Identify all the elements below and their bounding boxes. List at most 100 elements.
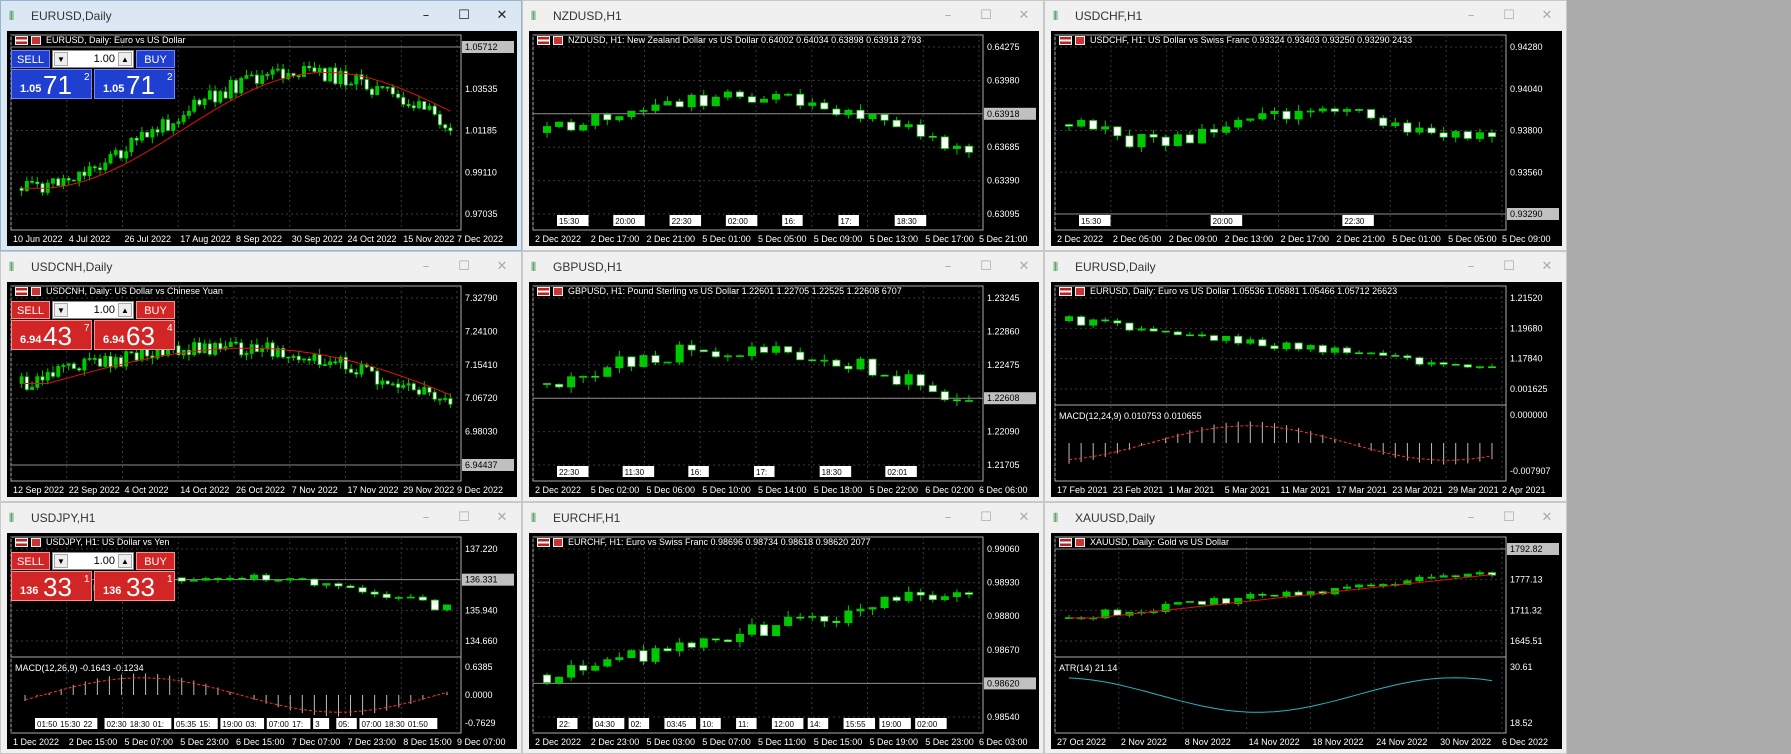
sell-price[interactable]: 6.94 43 7 [11,320,92,351]
date-axis-label: 6 Dec 03:00 [979,737,1028,747]
minimize-icon[interactable]: – [407,252,445,282]
candle-body [1270,345,1279,349]
chart-area[interactable]: 1792.82 1777.13 1711.32 1645.51 ATR(14) 21.1… [1051,533,1562,749]
chart-area[interactable]: 0.94280 0.94040 0.93800 0.93560 0.93290 2 Dec… [1051,31,1562,246]
date-axis-label: 2 Dec 13:00 [1225,234,1274,244]
chart-area[interactable]: 7.32790 7.24100 7.15410 7.06720 6.98030 6.944… [7,282,517,497]
chart-header: NZDUSD, H1: New Zealand Dollar vs US Dol… [537,35,921,45]
chart-area[interactable]: 137.220 136.331 135.940 134.660 MACD(12,26,9… [7,533,517,749]
minimize-icon[interactable]: – [929,503,967,533]
close-icon[interactable]: ✕ [1005,503,1043,533]
candle-body [615,657,624,661]
close-icon[interactable]: ✕ [483,1,521,31]
close-icon[interactable]: ✕ [1528,1,1566,31]
chart-window[interactable]: ⫴ EURCHF,H1 – ☐ ✕ 0.99060 0.98930 0.98800 0.9867… [522,502,1044,754]
chart-area[interactable]: 1.05712 1.03535 1.01185 0.99110 0.97035 10 Ju… [7,31,517,246]
window-title-bar[interactable]: ⫴ NZDUSD,H1 – ☐ ✕ [523,1,1043,31]
candle-body [579,665,588,671]
chevron-down-icon[interactable]: ▼ [54,303,68,317]
chart-area[interactable]: 0.99060 0.98930 0.98800 0.98670 0.98620 0.985… [529,533,1039,749]
indicator-axis-label: 0.000000 [1510,410,1548,420]
close-icon[interactable]: ✕ [483,252,521,282]
chart-area[interactable]: 1.21520 1.19680 1.17840 0.001625 MACD(12,24,… [1051,282,1562,497]
buy-price[interactable]: 136 33 1 [94,571,175,602]
sell-price[interactable]: 1.05 71 2 [11,69,92,100]
candle-body [1367,352,1376,355]
chart-window[interactable]: ⫴ GBPUSD,H1 – ☐ ✕ 1.23245 1.22860 1.22475 1.2260… [522,251,1044,502]
lot-size-value[interactable]: 1.00 [71,553,115,569]
minimize-icon[interactable]: – [1452,1,1490,31]
chart-canvas[interactable]: 1.23245 1.22860 1.22475 1.22608 1.22090 1.217… [529,282,1039,497]
window-title-bar[interactable]: ⫴ EURCHF,H1 – ☐ ✕ [523,503,1043,533]
minimize-icon[interactable]: – [407,503,445,533]
window-title-bar[interactable]: ⫴ USDCHF,H1 – ☐ ✕ [1045,1,1566,31]
maximize-icon[interactable]: ☐ [1490,1,1528,31]
chart-canvas[interactable]: 0.99060 0.98930 0.98800 0.98670 0.98620 0.985… [529,533,1039,749]
lot-size-stepper[interactable]: ▼ 1.00 ▲ [52,552,134,570]
close-icon[interactable]: ✕ [1528,503,1566,533]
date-axis-label: 22 Sep 2022 [69,485,120,495]
lot-size-value[interactable]: 1.00 [71,302,115,318]
maximize-icon[interactable]: ☐ [445,1,483,31]
chart-area[interactable]: 0.64275 0.63980 0.63918 0.63685 0.63390 0.630… [529,31,1039,246]
close-icon[interactable]: ✕ [1528,252,1566,282]
chevron-up-icon[interactable]: ▲ [118,52,132,66]
window-title-bar[interactable]: ⫴ USDCNH,Daily – ☐ ✕ [1,252,521,282]
maximize-icon[interactable]: ☐ [967,503,1005,533]
buy-button[interactable]: BUY [136,50,175,68]
maximize-icon[interactable]: ☐ [967,252,1005,282]
chart-window[interactable]: ⫴ USDJPY,H1 – ☐ ✕ 137.220 136.331 135.940 134.66… [0,502,522,754]
candle-body [155,129,160,133]
candle-body [171,123,176,131]
chart-area[interactable]: 1.23245 1.22860 1.22475 1.22608 1.22090 1.217… [529,282,1039,497]
close-icon[interactable]: ✕ [1005,252,1043,282]
chart-window[interactable]: ⫴ EURUSD,Daily – ☐ ✕ 1.05712 1.03535 1.01185 0.9… [0,0,522,251]
indicator-line [1069,677,1493,713]
chevron-up-icon[interactable]: ▲ [118,303,132,317]
lot-size-value[interactable]: 1.00 [71,51,115,67]
chevron-down-icon[interactable]: ▼ [54,554,68,568]
minimize-icon[interactable]: – [929,252,967,282]
chevron-down-icon[interactable]: ▼ [54,52,68,66]
minimize-icon[interactable]: – [407,1,445,31]
sell-button[interactable]: SELL [11,50,50,68]
flag-icon [537,35,550,45]
window-title-bar[interactable]: ⫴ XAUUSD,Daily – ☐ ✕ [1045,503,1566,533]
lot-size-stepper[interactable]: ▼ 1.00 ▲ [52,50,134,68]
close-icon[interactable]: ✕ [483,503,521,533]
buy-button[interactable]: BUY [136,552,175,570]
buy-price[interactable]: 6.94 63 4 [94,320,175,351]
chevron-up-icon[interactable]: ▲ [118,554,132,568]
sell-button[interactable]: SELL [11,301,50,319]
chart-window[interactable]: ⫴ USDCNH,Daily – ☐ ✕ 7.32790 7.24100 7.15410 7.0… [0,251,522,502]
maximize-icon[interactable]: ☐ [1490,252,1528,282]
window-title-bar[interactable]: ⫴ USDJPY,H1 – ☐ ✕ [1,503,521,533]
sell-button[interactable]: SELL [11,552,50,570]
chart-canvas[interactable]: 0.64275 0.63980 0.63918 0.63685 0.63390 0.630… [529,31,1039,246]
chart-canvas[interactable]: 1792.82 1777.13 1711.32 1645.51 ATR(14) 21.1… [1051,533,1562,749]
chart-window[interactable]: ⫴ EURUSD,Daily – ☐ ✕ 1.21520 1.19680 1.17840 0.0… [1044,251,1567,502]
close-icon[interactable]: ✕ [1005,1,1043,31]
event-marker: 22:30 [559,468,580,477]
buy-price[interactable]: 1.05 71 2 [94,69,175,100]
chart-canvas[interactable]: 0.94280 0.94040 0.93800 0.93560 0.93290 2 Dec… [1051,31,1562,246]
lot-size-stepper[interactable]: ▼ 1.00 ▲ [52,301,134,319]
candle-body [92,166,97,169]
maximize-icon[interactable]: ☐ [967,1,1005,31]
window-title-bar[interactable]: ⫴ EURUSD,Daily – ☐ ✕ [1,1,521,31]
buy-button[interactable]: BUY [136,301,175,319]
minimize-icon[interactable]: – [1452,252,1490,282]
chart-window[interactable]: ⫴ XAUUSD,Daily – ☐ ✕ 1792.82 1777.13 1711.32 164… [1044,502,1567,754]
chart-window[interactable]: ⫴ USDCHF,H1 – ☐ ✕ 0.94280 0.94040 0.93800 0.9356… [1044,0,1567,251]
minimize-icon[interactable]: – [929,1,967,31]
maximize-icon[interactable]: ☐ [1490,503,1528,533]
minimize-icon[interactable]: – [1452,503,1490,533]
chart-candles-icon: ⫴ [1053,9,1059,23]
chart-canvas[interactable]: 1.21520 1.19680 1.17840 0.001625 MACD(12,24,… [1051,282,1562,497]
chart-window[interactable]: ⫴ NZDUSD,H1 – ☐ ✕ 0.64275 0.63980 0.63918 0.6368… [522,0,1044,251]
maximize-icon[interactable]: ☐ [445,252,483,282]
window-title-bar[interactable]: ⫴ GBPUSD,H1 – ☐ ✕ [523,252,1043,282]
sell-price[interactable]: 136 33 1 [11,571,92,602]
maximize-icon[interactable]: ☐ [445,503,483,533]
window-title-bar[interactable]: ⫴ EURUSD,Daily – ☐ ✕ [1045,252,1566,282]
